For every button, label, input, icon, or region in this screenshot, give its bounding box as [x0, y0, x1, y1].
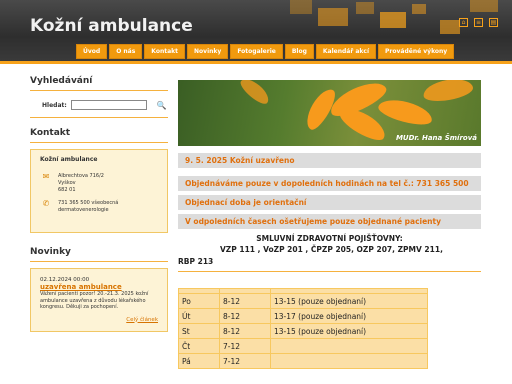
table-row: Čt 7-12: [178, 338, 428, 354]
search-input[interactable]: [70, 100, 147, 110]
nav-o-nas[interactable]: O nás: [109, 44, 143, 59]
divider: [30, 117, 168, 118]
day-cell: Po: [178, 293, 220, 309]
search-label: Hledat:: [42, 101, 67, 109]
afternoon-cell: 13-15 (pouze objednaní): [270, 323, 428, 339]
notice-afternoon: V odpoledních časech ošetřujeme pouze ob…: [178, 214, 481, 229]
contact-box: Kožní ambulance ✉ Albrechtova 716/2 Vyšk…: [30, 149, 168, 233]
header-decor: [356, 2, 374, 14]
morning-cell: 8-12: [219, 308, 271, 324]
home-icon[interactable]: ⌂: [459, 18, 468, 27]
contact-name: Kožní ambulance: [40, 156, 98, 163]
divider: [30, 261, 168, 262]
office-hours-table: Po 8-12 13-15 (pouze objednaní) Út 8-12 …: [178, 288, 428, 369]
news-heading: Novinky: [30, 247, 71, 257]
sidebar: Vyhledávání Hledat: 🔍 Kontakt Kožní ambu…: [30, 76, 168, 332]
search-form: Hledat: 🔍: [42, 97, 168, 113]
header-decor: [380, 12, 406, 28]
news-box: 02.12.2024 00:00 uzavřena ambulance Váže…: [30, 268, 168, 332]
lily-petal: [376, 95, 435, 129]
contact-address: ✉ Albrechtova 716/2 Vyškov 682 01: [40, 173, 158, 194]
banner-image: MUDr. Hana Šmírová: [178, 80, 481, 146]
day-cell: Út: [178, 308, 220, 324]
morning-cell: 7-12: [219, 338, 271, 354]
divider: [178, 271, 481, 272]
notice-closed: 9. 5. 2025 Kožní uzavřeno: [178, 153, 481, 168]
nav-blog[interactable]: Blog: [284, 44, 314, 59]
envelope-icon: ✉: [42, 172, 50, 181]
morning-cell: 8-12: [219, 293, 271, 309]
table-row: Pá 7-12: [178, 353, 428, 369]
afternoon-cell: 13-15 (pouze objednaní): [270, 293, 428, 309]
phone-text: 731 365 500 všeobecná dermatovenerologie: [58, 200, 119, 213]
lily-petal: [421, 80, 475, 105]
divider: [30, 90, 168, 91]
header-decor: [290, 0, 312, 14]
phone-icon: ✆: [42, 199, 50, 208]
divider: [30, 142, 168, 143]
insurance-list: VZP 111 , VoZP 201 , ČPZP 205, OZP 207, …: [220, 245, 443, 254]
nav-novinky[interactable]: Novinky: [187, 44, 229, 59]
table-row: Út 8-12 13-17 (pouze objednaní): [178, 308, 428, 324]
day-cell: Čt: [178, 338, 220, 354]
morning-cell: 7-12: [219, 353, 271, 369]
contact-phone: ✆ 731 365 500 všeobecná dermatovenerolog…: [40, 200, 158, 214]
banner-caption: MUDr. Hana Šmírová: [395, 134, 477, 142]
header-decor: [412, 4, 426, 14]
table-row: St 8-12 13-15 (pouze objednaní): [178, 323, 428, 339]
header-decor: [440, 20, 460, 34]
afternoon-cell: 13-17 (pouze objednaní): [270, 308, 428, 324]
afternoon-cell: [270, 338, 428, 354]
header-decor: [318, 8, 348, 26]
search-icon[interactable]: 🔍: [157, 101, 167, 110]
read-more-link[interactable]: Celý článek: [40, 317, 158, 323]
header-stripe: [0, 61, 512, 64]
main-nav: Úvod O nás Kontakt Novinky Fotogalerie B…: [76, 44, 455, 59]
morning-cell: 8-12: [219, 323, 271, 339]
header-icons: ⌂ ≡ ▤: [459, 18, 498, 27]
news-text: Vážení pacienti pozor! 20.-21.3. 2025 ko…: [40, 291, 149, 310]
print-icon[interactable]: ▤: [489, 18, 498, 27]
site-title[interactable]: Kožní ambulance: [30, 16, 193, 36]
search-heading: Vyhledávání: [30, 76, 93, 86]
address-line: 682 01: [58, 187, 76, 193]
nav-uvod[interactable]: Úvod: [76, 44, 108, 59]
insurance-heading: SMLUVNÍ ZDRAVOTNÍ POJIŠŤOVNY:: [256, 234, 403, 243]
contact-heading: Kontakt: [30, 128, 71, 138]
notice-ordering: Objednáváme pouze v dopoledních hodinách…: [178, 176, 481, 191]
sitemap-icon[interactable]: ≡: [474, 18, 483, 27]
header-decor: [470, 0, 498, 12]
day-cell: St: [178, 323, 220, 339]
lily-petal: [237, 80, 273, 108]
nav-provadene-vykony[interactable]: Prováděné výkony: [378, 44, 455, 59]
address-line: Vyškov: [58, 180, 76, 186]
table-row: Po 8-12 13-15 (pouze objednaní): [178, 293, 428, 309]
nav-kalendar-akci[interactable]: Kalendář akcí: [315, 44, 377, 59]
news-title-link[interactable]: uzavřena ambulance: [40, 283, 158, 291]
afternoon-cell: [270, 353, 428, 369]
address-line: Albrechtova 716/2: [58, 173, 104, 179]
insurance-list-2: RBP 213: [178, 257, 214, 266]
main-content: MUDr. Hana Šmírová 9. 5. 2025 Kožní uzav…: [178, 80, 481, 272]
site-header: Kožní ambulance ⌂ ≡ ▤ Úvod O nás Kontakt…: [0, 0, 512, 61]
day-cell: Pá: [178, 353, 220, 369]
nav-fotogalerie[interactable]: Fotogalerie: [230, 44, 283, 59]
nav-kontakt[interactable]: Kontakt: [144, 44, 186, 59]
notice-ordering-time: Objednací doba je orientační: [178, 195, 481, 210]
